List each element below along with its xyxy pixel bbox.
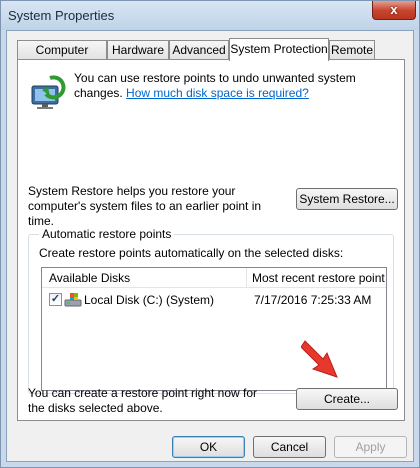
- close-button[interactable]: x: [372, 0, 416, 20]
- column-divider[interactable]: [246, 268, 247, 288]
- create-button[interactable]: Create...: [296, 388, 398, 410]
- tab-system-protection[interactable]: System Protection: [229, 38, 329, 61]
- system-restore-button[interactable]: System Restore...: [296, 188, 398, 210]
- window-title: System Properties: [8, 8, 115, 23]
- dialog-client: Computer Name Hardware Advanced System P…: [6, 30, 414, 462]
- disk-name: Local Disk (C:) (System): [84, 293, 215, 307]
- restore-point-date: 7/17/2016 7:25:33 AM: [254, 293, 372, 307]
- drive-icon: [64, 293, 82, 307]
- cancel-button[interactable]: Cancel: [253, 436, 326, 458]
- system-restore-icon: [31, 75, 66, 109]
- system-protection-panel: You can use restore points to undo unwan…: [17, 59, 405, 421]
- column-recent-restore-point[interactable]: Most recent restore point: [252, 271, 385, 285]
- disk-checkbox[interactable]: ✓: [49, 293, 62, 306]
- title-bar: System Properties x: [0, 0, 420, 30]
- disk-space-help-link[interactable]: How much disk space is required?: [126, 86, 309, 100]
- red-arrow-icon: [301, 340, 338, 378]
- list-header: Available Disks Most recent restore poin…: [42, 268, 386, 288]
- column-available-disks[interactable]: Available Disks: [49, 271, 130, 285]
- tab-advanced[interactable]: Advanced: [169, 40, 229, 60]
- apply-button[interactable]: Apply: [334, 436, 407, 458]
- group-description: Create restore points automatically on t…: [39, 246, 344, 260]
- ok-button[interactable]: OK: [172, 436, 245, 458]
- system-restore-description: System Restore helps you restore your co…: [28, 184, 262, 228]
- tab-remote[interactable]: Remote: [329, 40, 375, 60]
- table-row[interactable]: ✓ Local Disk (C:) (System) 7/17/2016 7:2…: [42, 290, 386, 310]
- intro-text-block: You can use restore points to undo unwan…: [74, 71, 402, 101]
- close-icon: x: [390, 2, 398, 17]
- group-title: Automatic restore points: [39, 227, 175, 241]
- tab-computer-name[interactable]: Computer Name: [17, 40, 107, 75]
- create-description: You can create a restore point right now…: [28, 386, 258, 415]
- tab-hardware[interactable]: Hardware: [107, 40, 169, 60]
